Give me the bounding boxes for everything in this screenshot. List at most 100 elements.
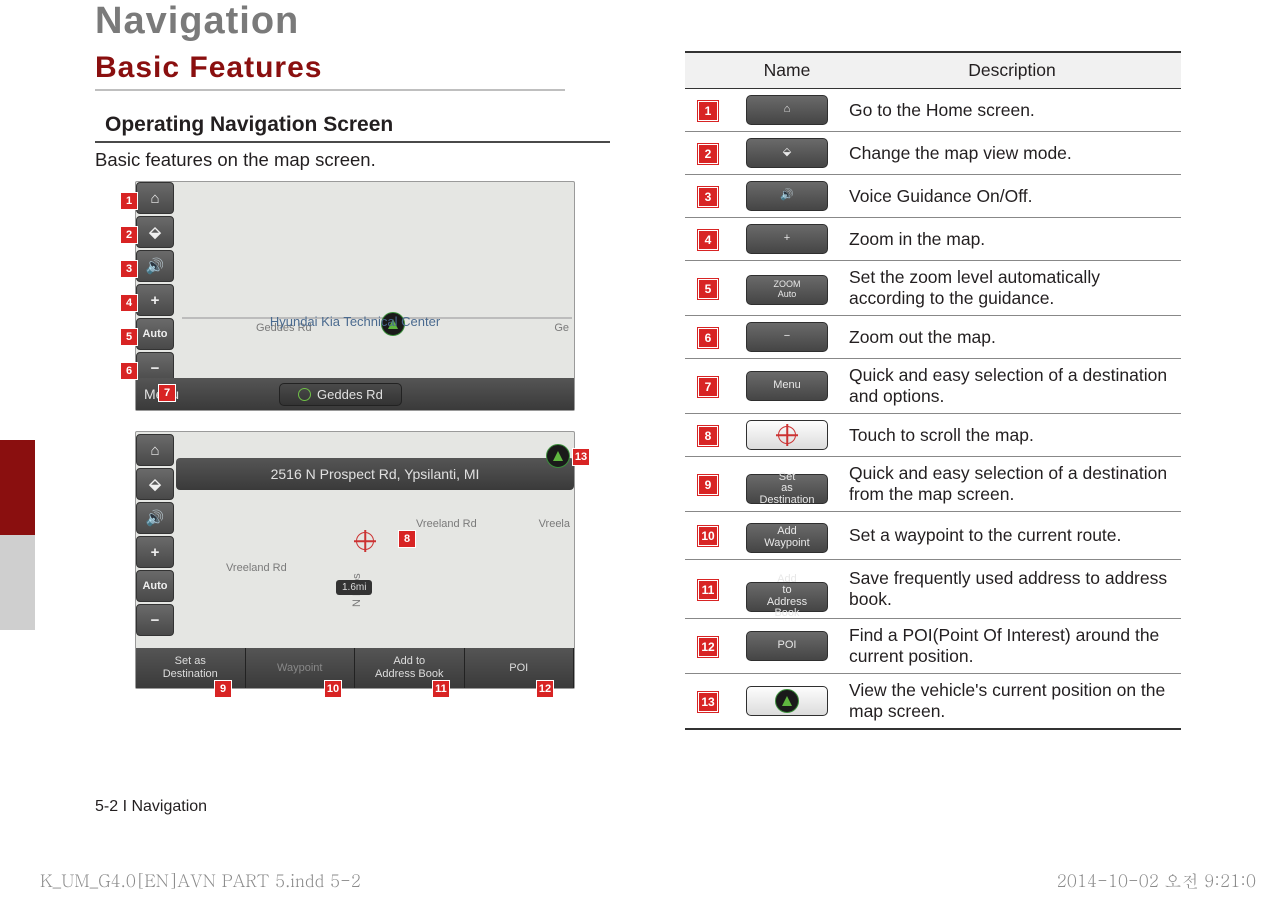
recenter-icon <box>546 444 570 468</box>
table-row: 5 ZOOMAutoSet the zoom level automaticall… <box>685 261 1181 316</box>
row-num: 7 <box>698 377 718 397</box>
table-row: 13 View the vehicle's current position on… <box>685 673 1181 729</box>
row-icon: ZOOMAuto <box>731 261 843 316</box>
callout-6: 6 <box>120 362 138 380</box>
row-desc: Go to the Home screen. <box>843 89 1181 132</box>
route-pill: Geddes Rd <box>279 383 402 406</box>
callout-2: 2 <box>120 226 138 244</box>
row-num: 12 <box>698 637 718 657</box>
callout-12: 12 <box>536 680 554 698</box>
row-desc: Find a POI(Point Of Interest) around the… <box>843 618 1181 673</box>
crosshair-icon <box>356 532 374 555</box>
intro-text: Basic features on the map screen. <box>95 149 615 171</box>
viewmode-icon: ⬙ <box>136 468 174 500</box>
row-desc: Set the zoom level automatically accordi… <box>843 261 1181 316</box>
callout-13: 13 <box>572 448 590 466</box>
callout-11: 11 <box>432 680 450 698</box>
row-icon: Menu <box>731 359 843 414</box>
row-icon: 🔊 <box>731 175 843 218</box>
row-num: 9 <box>698 475 718 495</box>
table-row: 12 POIFind a POI(Point Of Interest) aroun… <box>685 618 1181 673</box>
section-title: Basic Features <box>95 51 565 91</box>
row-desc: Zoom in the map. <box>843 218 1181 261</box>
row-desc: Set a waypoint to the current route. <box>843 512 1181 560</box>
row-icon: ⬙ <box>731 132 843 175</box>
table-row: 2 ⬙Change the map view mode. <box>685 132 1181 175</box>
callout-10: 10 <box>324 680 342 698</box>
map-screenshot-1: ⌂ ⬙ 🔊 + Auto − 1 2 3 4 5 6 7 Geddes Rd G… <box>135 181 575 411</box>
address-bar: 2516 N Prospect Rd, Ypsilanti, MI <box>176 458 574 490</box>
row-desc: Touch to scroll the map. <box>843 414 1181 457</box>
voice-icon: 🔊 <box>136 502 174 534</box>
callout-1: 1 <box>120 192 138 210</box>
home-icon: ⌂ <box>136 182 174 214</box>
callout-3: 3 <box>120 260 138 278</box>
row-icon <box>731 673 843 729</box>
row-icon: − <box>731 316 843 359</box>
callout-4: 4 <box>120 294 138 312</box>
row-desc: Voice Guidance On/Off. <box>843 175 1181 218</box>
row-num: 4 <box>698 230 718 250</box>
chapter-title: Navigation <box>95 0 1181 43</box>
autozoom-icon: Auto <box>136 318 174 350</box>
row-num: 2 <box>698 144 718 164</box>
right-column: Name Description 1 ⌂Go to the Home screen… <box>685 51 1181 730</box>
road-c: Vreeland Rd <box>226 562 287 574</box>
table-row: 3 🔊Voice Guidance On/Off. <box>685 175 1181 218</box>
row-num: 11 <box>698 580 718 600</box>
row-icon: POI <box>731 618 843 673</box>
road-b: Vreela <box>539 518 570 530</box>
callout-9: 9 <box>214 680 232 698</box>
row-desc: Save frequently used address to address … <box>843 559 1181 618</box>
print-footer-right: 2014-10-02 오전 9:21:0 <box>1057 868 1256 892</box>
compass-icon <box>298 388 311 401</box>
row-desc: Quick and easy selection of a destinatio… <box>843 457 1181 512</box>
table-row: 8 Touch to scroll the map. <box>685 414 1181 457</box>
row-num: 6 <box>698 328 718 348</box>
bottom-buttons: Set as Destination Waypoint Add to Addre… <box>136 648 574 688</box>
callout-7: 7 <box>158 384 176 402</box>
callout-8: 8 <box>398 530 416 548</box>
row-icon: SetasDestination <box>731 457 843 512</box>
row-icon: + <box>731 218 843 261</box>
road-a: Vreeland Rd <box>416 518 477 530</box>
left-column: Basic Features Operating Navigation Scre… <box>95 51 615 689</box>
row-desc: Change the map view mode. <box>843 132 1181 175</box>
subsection-title: Operating Navigation Screen <box>95 113 610 143</box>
center-label: Hyundai Kia Technical Center <box>270 314 440 329</box>
row-desc: Zoom out the map. <box>843 316 1181 359</box>
viewmode-icon: ⬙ <box>136 216 174 248</box>
row-icon: AddtoAddressBook <box>731 559 843 618</box>
print-footer-left: K_UM_G4.0[EN]AVN PART 5.indd 5-2 <box>40 868 361 892</box>
plus-icon: + <box>136 284 174 316</box>
callout-5: 5 <box>120 328 138 346</box>
row-num: 13 <box>698 692 718 712</box>
row-num: 8 <box>698 426 718 446</box>
side-tab-grey <box>0 535 35 630</box>
menu-bar: Menu Geddes Rd <box>136 378 574 410</box>
page-footer: 5-2 I Navigation <box>95 798 207 816</box>
th-name: Name <box>731 52 843 89</box>
row-desc: View the vehicle's current position on t… <box>843 673 1181 729</box>
home-icon: ⌂ <box>136 434 174 466</box>
row-num: 1 <box>698 101 718 121</box>
road-label-2: Ge <box>554 322 569 334</box>
table-row: 9 SetasDestinationQuick and easy selectio… <box>685 457 1181 512</box>
table-row: 1 ⌂Go to the Home screen. <box>685 89 1181 132</box>
row-icon: ⌂ <box>731 89 843 132</box>
distance-badge: 1.6mi <box>336 580 372 595</box>
autozoom-icon: Auto <box>136 570 174 602</box>
legend-table: Name Description 1 ⌂Go to the Home screen… <box>685 51 1181 730</box>
minus-icon: − <box>136 604 174 636</box>
side-tab-red <box>0 440 35 535</box>
th-desc: Description <box>843 52 1181 89</box>
row-num: 5 <box>698 279 718 299</box>
poi-button: POI <box>465 648 575 688</box>
page-content: Navigation Basic Features Operating Navi… <box>95 0 1181 848</box>
row-icon <box>731 414 843 457</box>
row-num: 3 <box>698 187 718 207</box>
plus-icon: + <box>136 536 174 568</box>
map-screenshot-2: ⌂ ⬙ 🔊 + Auto − 2516 N Prospect Rd, Ypsil… <box>135 431 575 689</box>
print-footer: K_UM_G4.0[EN]AVN PART 5.indd 5-2 2014-10… <box>40 868 1276 892</box>
table-row: 6−Zoom out the map. <box>685 316 1181 359</box>
